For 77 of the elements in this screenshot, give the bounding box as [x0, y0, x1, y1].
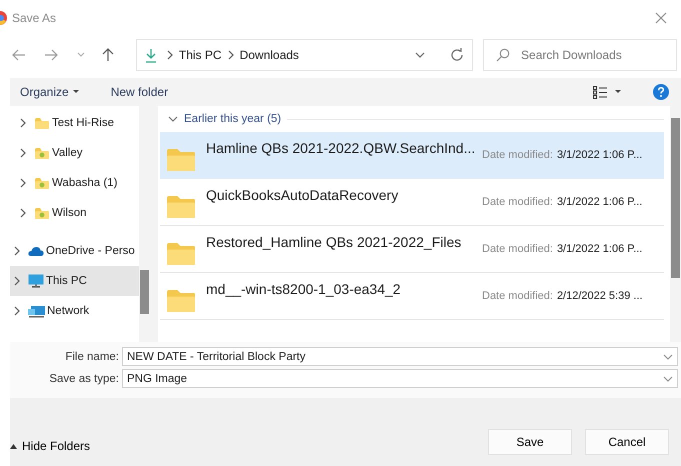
forward-arrow-icon[interactable] — [44, 49, 58, 61]
hide-folders-button[interactable]: Hide Folders — [10, 439, 90, 453]
chevron-right-icon — [18, 207, 26, 219]
date-label: Date modified: — [482, 196, 553, 208]
cancel-button[interactable]: Cancel — [585, 429, 669, 455]
window-title: Save As — [12, 11, 56, 25]
chevron-right-icon — [12, 305, 20, 317]
app-icon — [0, 10, 9, 26]
chevron-right-icon — [164, 49, 173, 61]
date-label: Date modified: — [482, 290, 553, 302]
refresh-icon[interactable] — [450, 48, 464, 62]
back-arrow-icon[interactable] — [12, 49, 26, 61]
folder-icon — [166, 242, 196, 266]
file-type-dropdown[interactable]: PNG Image — [122, 369, 678, 388]
folder-icon — [166, 289, 196, 313]
date-label: Date modified: — [482, 243, 553, 255]
caret-icon — [615, 90, 621, 94]
chevron-right-icon — [12, 275, 20, 287]
chevron-right-icon — [18, 177, 26, 189]
chevron-down-icon — [663, 352, 673, 360]
chevron-right-icon — [18, 117, 26, 129]
download-icon — [144, 48, 157, 62]
chevron-down-icon — [663, 374, 673, 382]
file-name: md__-win-ts8200-1_03-ea34_2 — [206, 281, 402, 297]
caret-up-icon — [10, 444, 17, 448]
sidebar-item[interactable]: Wilson — [10, 198, 139, 228]
date-value: 3/1/2022 1:06 P... — [556, 196, 642, 208]
folder-icon — [166, 195, 196, 219]
sidebar-item[interactable]: Wabasha (1) — [10, 168, 139, 198]
file-name-field[interactable]: NEW DATE - Territorial Block Party — [122, 347, 678, 366]
cloud-icon — [28, 246, 44, 256]
date-value: 2/12/2022 5:39 ... — [556, 290, 643, 302]
folder-icon — [166, 148, 196, 172]
date-value: 3/1/2022 1:06 P... — [556, 149, 642, 161]
organize-menu[interactable]: Organize — [16, 83, 83, 101]
monitor-icon — [28, 274, 44, 288]
help-icon[interactable] — [653, 84, 669, 100]
field-label: Save as type: — [48, 372, 120, 384]
scrollbar-thumb[interactable] — [671, 118, 680, 278]
sidebar-item[interactable]: Test Hi-Rise — [10, 108, 139, 138]
file-row[interactable]: Restored_Hamline QBs 2021-2022_Files Date modified: 3/1/2022 1:06 P... — [160, 226, 664, 273]
new-folder-button[interactable]: New folder — [106, 83, 172, 101]
chevron-right-icon — [12, 245, 20, 257]
sidebar-item[interactable]: Valley — [10, 138, 139, 168]
breadcrumb[interactable]: Downloads — [240, 48, 299, 62]
chevron-right-icon — [18, 147, 26, 159]
date-value: 3/1/2022 1:06 P... — [556, 243, 642, 255]
folder-icon — [34, 116, 50, 130]
search-icon — [496, 48, 510, 62]
sidebar-item[interactable]: Network — [10, 296, 139, 326]
address-bar[interactable]: This PC Downloads — [136, 39, 474, 71]
search-field[interactable]: Search Downloads — [483, 39, 678, 71]
network-icon — [28, 304, 45, 318]
file-name: Restored_Hamline QBs 2021-2022_Files — [206, 234, 462, 250]
close-icon[interactable] — [655, 12, 667, 24]
chevron-right-icon — [226, 49, 234, 61]
sidebar-item[interactable]: OneDrive - Perso — [10, 236, 139, 266]
save-button[interactable]: Save — [488, 429, 572, 455]
field-label: File name: — [64, 350, 120, 362]
file-name: QuickBooksAutoDataRecovery — [206, 187, 400, 203]
folder-icon — [34, 146, 50, 160]
file-row[interactable]: md__-win-ts8200-1_03-ea34_2 Date modified: 2/12/2022 5:39 ... — [160, 273, 664, 320]
file-row[interactable]: Hamline QBs 2021-2022.QBW.SearchInd... Date modified: 3/1/2022 1:06 P... — [160, 132, 664, 179]
file-name: Hamline QBs 2021-2022.QBW.SearchInd... — [206, 140, 476, 156]
view-options-button[interactable] — [591, 84, 623, 100]
list-view-icon — [593, 86, 607, 98]
group-header[interactable]: Earlier this year (5) — [184, 113, 282, 125]
recent-dropdown-icon[interactable] — [76, 51, 86, 59]
breadcrumb[interactable]: This PC — [178, 48, 222, 62]
chevron-down-icon[interactable] — [168, 114, 178, 124]
date-label: Date modified: — [482, 149, 553, 161]
folder-icon — [34, 176, 50, 190]
up-arrow-icon[interactable] — [102, 48, 114, 62]
folder-icon — [34, 206, 50, 220]
scrollbar-thumb[interactable] — [140, 270, 149, 314]
file-row[interactable]: QuickBooksAutoDataRecovery Date modified: 3/1/2022 1:06 P... — [160, 179, 664, 226]
sidebar-item[interactable]: This PC — [10, 266, 139, 296]
